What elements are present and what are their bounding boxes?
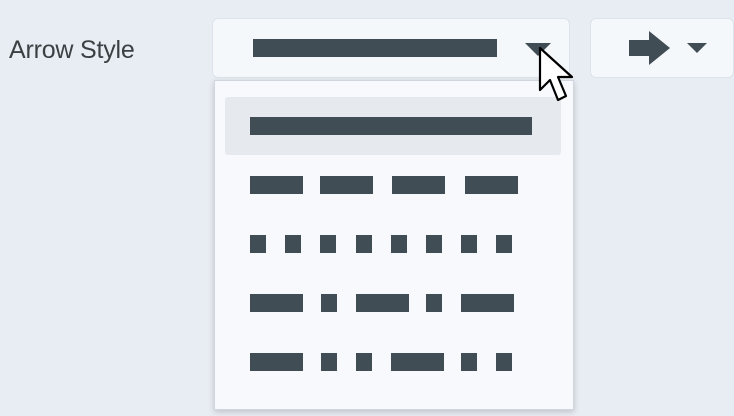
line-segment: [321, 353, 337, 371]
line-segment: [250, 117, 532, 135]
arrow-style-dropdown[interactable]: [212, 18, 570, 78]
line-segment: [320, 235, 336, 253]
line-segment: [426, 294, 442, 312]
line-segment: [391, 353, 444, 371]
line-segment: [356, 235, 372, 253]
selected-line-preview: [253, 39, 497, 57]
line-segment: [392, 176, 445, 194]
menu-item-dash[interactable]: [225, 156, 561, 214]
line-segment: [496, 235, 512, 253]
menu-item-dot[interactable]: [225, 215, 561, 273]
line-segment: [461, 235, 477, 253]
menu-item-dash-dot[interactable]: [225, 274, 561, 332]
line-segment: [250, 353, 303, 371]
line-segment: [321, 294, 337, 312]
line-segment: [285, 235, 301, 253]
arrow-head-dropdown[interactable]: [590, 18, 734, 78]
line-segment: [250, 294, 303, 312]
menu-item-dash-dot-dot[interactable]: [225, 333, 561, 391]
line-segment: [461, 353, 477, 371]
arrow-style-label: Arrow Style: [9, 36, 135, 64]
line-segment: [356, 353, 372, 371]
arrow-style-menu: [214, 80, 574, 410]
chevron-down-icon: [525, 43, 551, 56]
line-segment: [250, 176, 303, 194]
arrow-style-panel: Arrow Style: [0, 0, 734, 416]
menu-item-solid[interactable]: [225, 97, 561, 155]
arrow-right-icon: [629, 40, 651, 56]
arrow-right-icon-head: [649, 31, 670, 65]
line-segment: [320, 176, 373, 194]
line-segment: [496, 353, 512, 371]
line-segment: [250, 235, 266, 253]
line-segment: [426, 235, 442, 253]
line-segment: [461, 294, 514, 312]
line-segment: [391, 235, 407, 253]
line-segment: [356, 294, 409, 312]
line-segment: [465, 176, 518, 194]
chevron-down-icon: [687, 43, 707, 53]
